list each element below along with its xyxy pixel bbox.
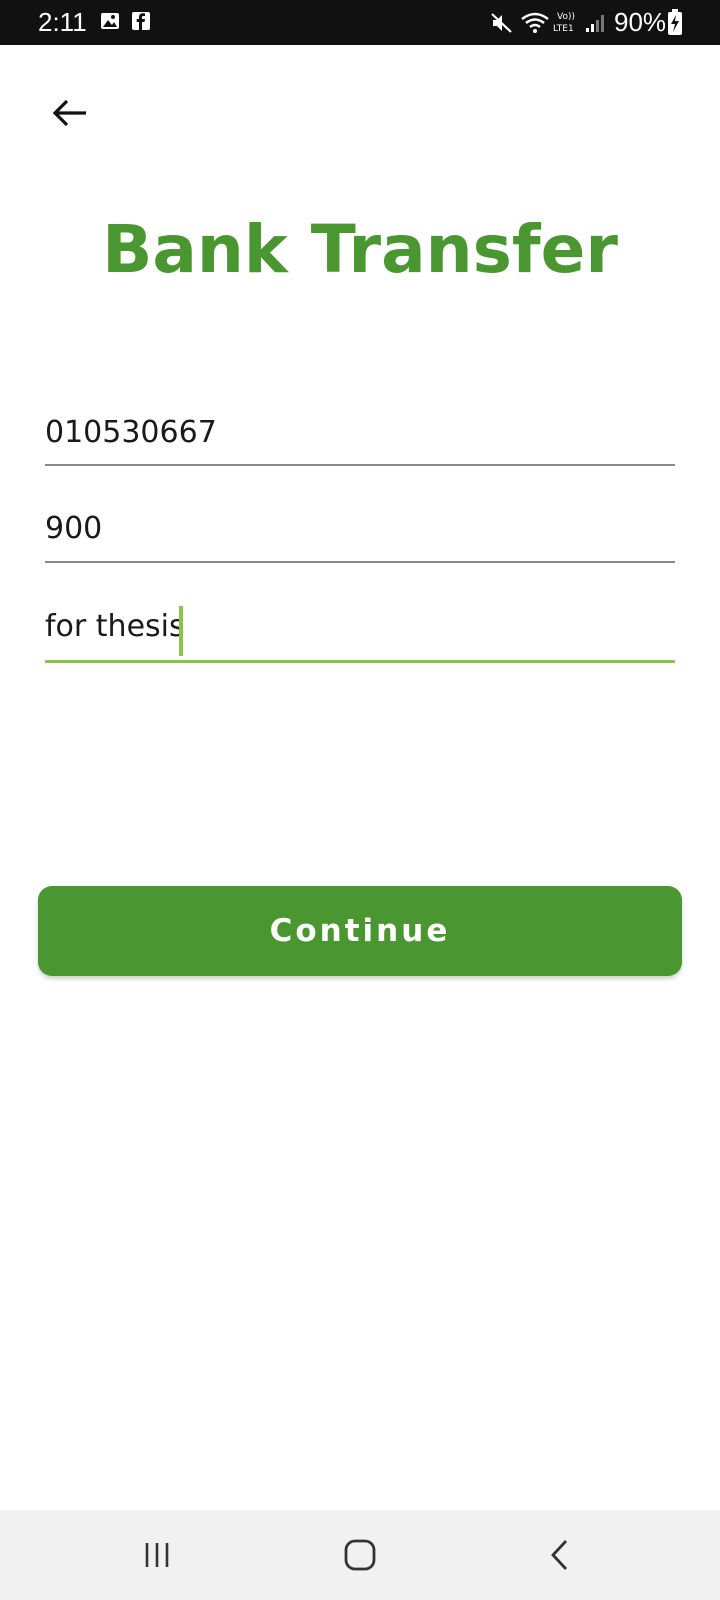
back-icon: [551, 1540, 568, 1570]
signal-icon: [584, 11, 608, 40]
status-time: 2:11: [38, 7, 87, 37]
mute-icon: [490, 11, 514, 40]
arrow-left-icon: [52, 99, 86, 127]
status-bar: 2:11 Vo)) LTE1 90%: [0, 0, 720, 45]
recent-apps-button[interactable]: [117, 1525, 197, 1585]
account-number-underline: [45, 464, 675, 466]
system-back-button[interactable]: [520, 1525, 600, 1585]
continue-button[interactable]: Continue: [38, 886, 682, 976]
navigation-bar: [0, 1510, 720, 1600]
battery-percent: 90%: [614, 7, 667, 37]
account-number-field[interactable]: [45, 402, 675, 462]
amount-input[interactable]: [45, 498, 675, 558]
home-icon: [344, 1539, 376, 1571]
amount-underline: [45, 561, 675, 563]
remarks-field[interactable]: [45, 596, 675, 656]
battery-charging-icon: [668, 9, 682, 40]
svg-text:Vo)): Vo)): [557, 12, 575, 22]
svg-text:LTE1: LTE1: [553, 24, 574, 34]
continue-label: Continue: [269, 913, 451, 949]
text-cursor: [179, 606, 183, 656]
bank-transfer-screen: 2:11 Vo)) LTE1 90% Bank Transfer 0105306…: [0, 0, 720, 1600]
wifi-icon: [520, 11, 550, 40]
facebook-icon: [131, 11, 151, 36]
recent-apps-icon: [145, 1543, 169, 1567]
back-button[interactable]: [42, 88, 98, 138]
remarks-input[interactable]: [45, 596, 675, 656]
account-number-input[interactable]: [45, 402, 675, 462]
volte-icon: Vo)) LTE1: [553, 9, 581, 40]
remarks-underline-focused: [45, 660, 675, 663]
home-button[interactable]: [320, 1525, 400, 1585]
amount-field[interactable]: [45, 498, 675, 558]
image-icon: [100, 11, 120, 36]
page-title: Bank Transfer: [102, 211, 618, 288]
